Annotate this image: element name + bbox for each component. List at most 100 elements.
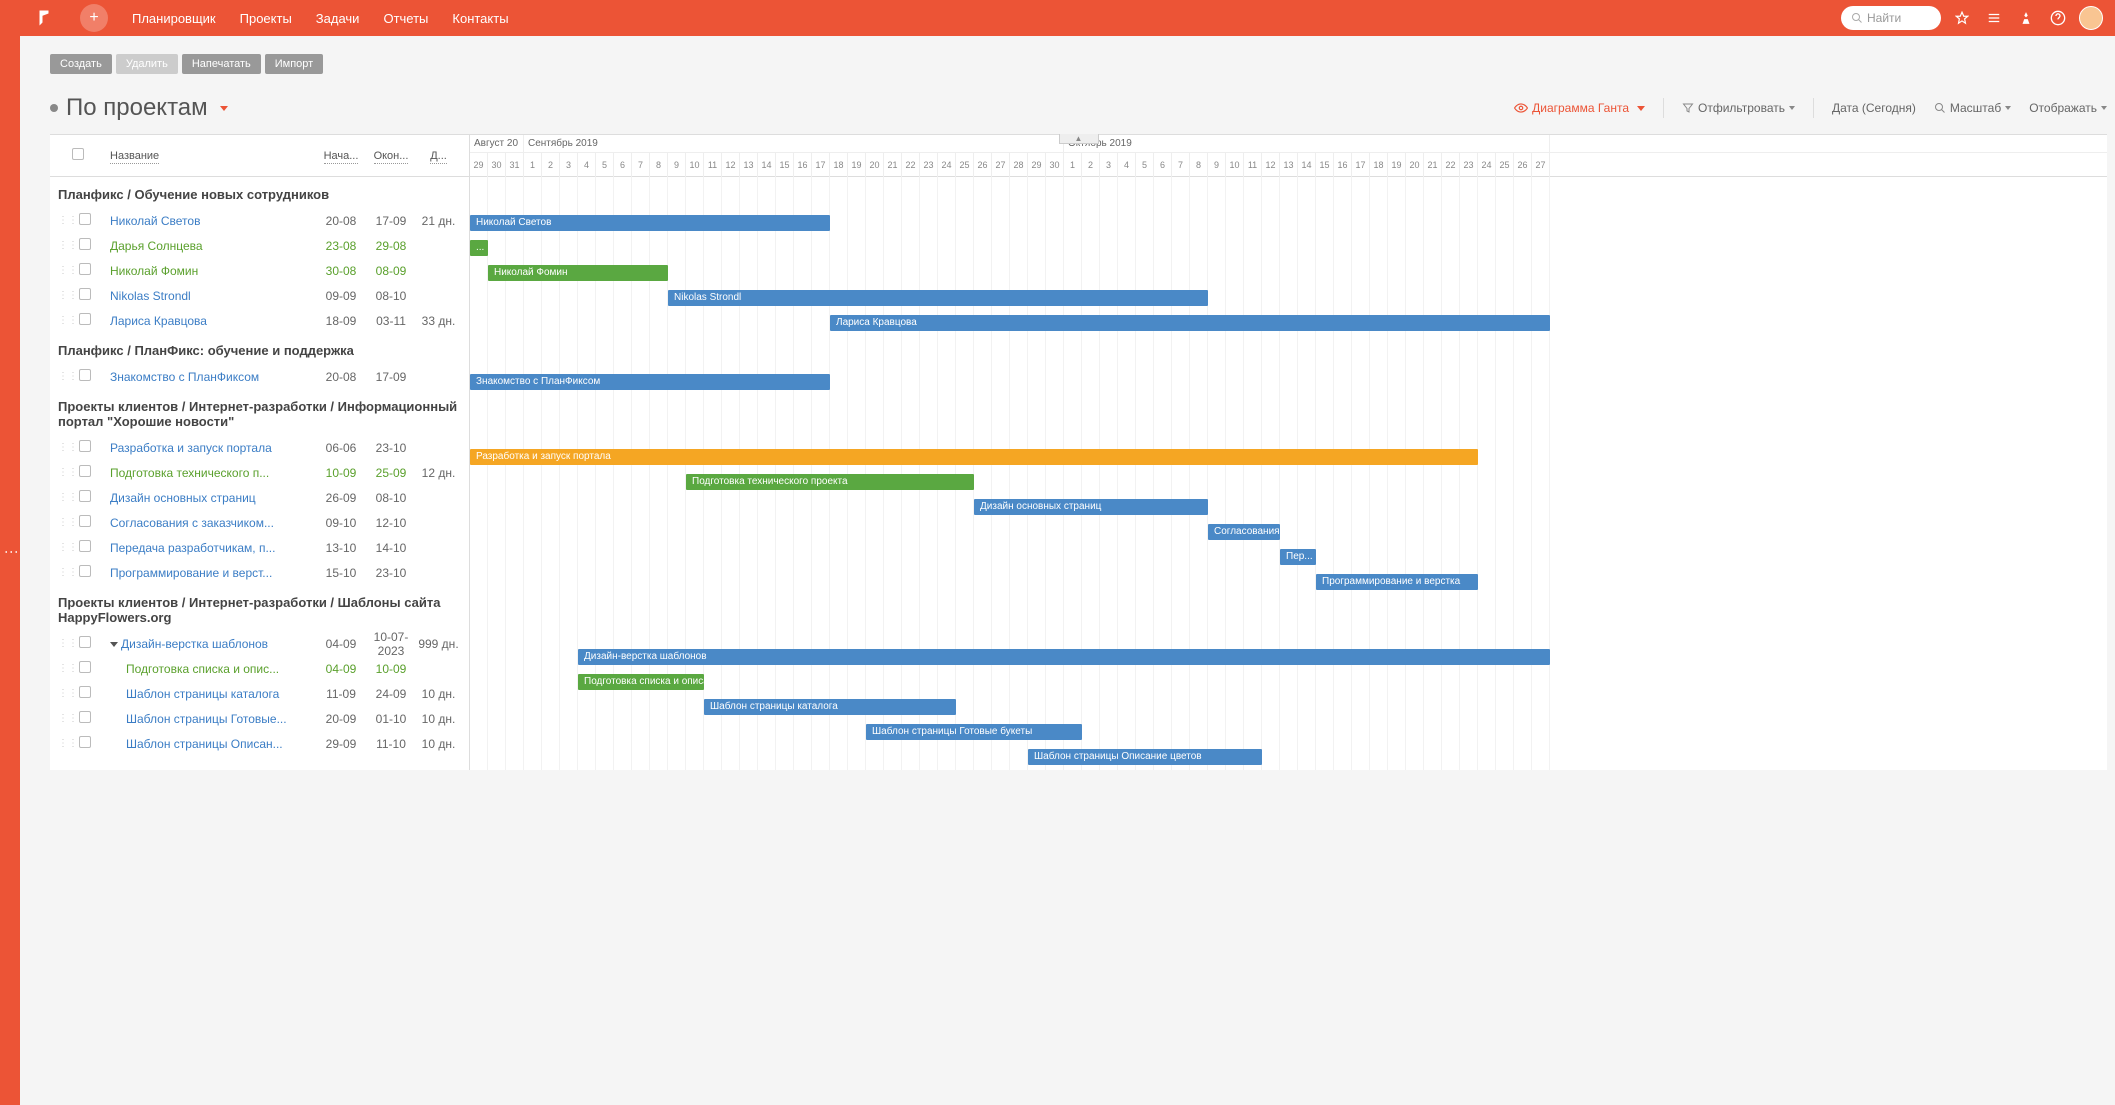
- drag-handle[interactable]: ⋮⋮: [58, 265, 72, 276]
- menu-icon[interactable]: [1983, 7, 2005, 29]
- view-gantt[interactable]: Диаграмма Ганта: [1514, 101, 1645, 115]
- row-checkbox[interactable]: [79, 711, 91, 723]
- gantt-bar[interactable]: Дизайн основных страниц: [974, 499, 1208, 515]
- page-title[interactable]: По проектам: [50, 94, 228, 122]
- row-checkbox[interactable]: [79, 515, 91, 527]
- gantt-bar[interactable]: ...: [470, 240, 488, 256]
- task-name[interactable]: Разработка и запуск портала: [98, 441, 316, 455]
- row-checkbox[interactable]: [79, 263, 91, 275]
- delete-button[interactable]: Удалить: [116, 54, 178, 74]
- task-name[interactable]: Передача разработчикам, п...: [98, 541, 316, 555]
- drag-handle[interactable]: ⋮⋮: [58, 663, 72, 674]
- gantt-bar[interactable]: Знакомство с ПланФиксом: [470, 374, 830, 390]
- gantt-bar[interactable]: Согласования...: [1208, 524, 1280, 540]
- add-button[interactable]: +: [80, 4, 108, 32]
- drag-handle[interactable]: ⋮⋮: [58, 738, 72, 749]
- task-name[interactable]: Подготовка списка и опис...: [98, 662, 316, 676]
- task-name[interactable]: Шаблон страницы Готовые...: [98, 712, 316, 726]
- collapse-handle[interactable]: ▲: [1059, 134, 1099, 144]
- row-checkbox[interactable]: [79, 636, 91, 648]
- row-checkbox[interactable]: [79, 490, 91, 502]
- drag-handle[interactable]: ⋮⋮: [58, 442, 72, 453]
- row-checkbox[interactable]: [79, 440, 91, 452]
- day-cell: 17: [812, 153, 830, 177]
- create-button[interactable]: Создать: [50, 54, 112, 74]
- drag-handle[interactable]: ⋮⋮: [58, 638, 72, 649]
- col-dur[interactable]: Д...: [430, 150, 447, 164]
- gantt-bar[interactable]: Шаблон страницы Готовые букеты: [866, 724, 1082, 740]
- drag-handle[interactable]: ⋮⋮: [58, 240, 72, 251]
- drag-handle[interactable]: ⋮⋮: [58, 290, 72, 301]
- drag-handle[interactable]: ⋮⋮: [58, 542, 72, 553]
- nav-Планировщик[interactable]: Планировщик: [120, 11, 228, 26]
- drag-handle[interactable]: ⋮⋮: [58, 467, 72, 478]
- gantt-bar[interactable]: Программирование и верстка: [1316, 574, 1478, 590]
- row-checkbox[interactable]: [79, 313, 91, 325]
- task-name[interactable]: Николай Фомин: [98, 264, 316, 278]
- nav-Контакты[interactable]: Контакты: [440, 11, 520, 26]
- row-checkbox[interactable]: [79, 540, 91, 552]
- drag-handle[interactable]: ⋮⋮: [58, 688, 72, 699]
- task-name[interactable]: Николай Светов: [98, 214, 316, 228]
- task-name[interactable]: Дизайн основных страниц: [98, 491, 316, 505]
- gantt-bar[interactable]: Nikolas Strondl: [668, 290, 1208, 306]
- nav-Задачи[interactable]: Задачи: [304, 11, 372, 26]
- drag-handle[interactable]: ⋮⋮: [58, 517, 72, 528]
- drag-handle[interactable]: ⋮⋮: [58, 713, 72, 724]
- filter-button[interactable]: Отфильтровать: [1682, 101, 1795, 115]
- gantt-bar[interactable]: Лариса Кравцова: [830, 315, 1550, 331]
- col-end[interactable]: Окон...: [374, 150, 409, 164]
- star-icon[interactable]: [1951, 7, 1973, 29]
- col-name[interactable]: Название: [110, 150, 159, 164]
- drag-handle[interactable]: ⋮⋮: [58, 492, 72, 503]
- gantt-bar[interactable]: Шаблон страницы Описание цветов: [1028, 749, 1262, 765]
- drag-handle[interactable]: ⋮⋮: [58, 567, 72, 578]
- scale-button[interactable]: Масштаб: [1934, 101, 2011, 115]
- task-name[interactable]: Знакомство с ПланФиксом: [98, 370, 316, 384]
- task-name[interactable]: Nikolas Strondl: [98, 289, 316, 303]
- side-expand-dots[interactable]: ⋮: [4, 545, 20, 561]
- logo[interactable]: [20, 0, 68, 36]
- user-avatar[interactable]: [2079, 6, 2103, 30]
- row-checkbox[interactable]: [79, 661, 91, 673]
- row-checkbox[interactable]: [79, 565, 91, 577]
- row-checkbox[interactable]: [79, 465, 91, 477]
- print-button[interactable]: Напечатать: [182, 54, 261, 74]
- task-name[interactable]: Подготовка технического п...: [98, 466, 316, 480]
- rocket-icon[interactable]: [2015, 7, 2037, 29]
- gantt-bar[interactable]: Подготовка технического проекта: [686, 474, 974, 490]
- row-checkbox[interactable]: [79, 686, 91, 698]
- search-input[interactable]: Найти: [1841, 6, 1941, 30]
- row-checkbox[interactable]: [79, 369, 91, 381]
- row-checkbox[interactable]: [79, 736, 91, 748]
- task-name[interactable]: Программирование и верст...: [98, 566, 316, 580]
- select-all-checkbox[interactable]: [72, 148, 84, 160]
- drag-handle[interactable]: ⋮⋮: [58, 215, 72, 226]
- task-name[interactable]: Лариса Кравцова: [98, 314, 316, 328]
- gantt-bar[interactable]: Пер...: [1280, 549, 1316, 565]
- gantt-bar[interactable]: Подготовка списка и описа...: [578, 674, 704, 690]
- task-name[interactable]: Дизайн-верстка шаблонов: [98, 637, 316, 651]
- gantt-bar[interactable]: Разработка и запуск портала: [470, 449, 1478, 465]
- row-checkbox[interactable]: [79, 288, 91, 300]
- task-name[interactable]: Согласования с заказчиком...: [98, 516, 316, 530]
- gantt-bar[interactable]: Николай Светов: [470, 215, 830, 231]
- task-name[interactable]: Дарья Солнцева: [98, 239, 316, 253]
- nav-Проекты[interactable]: Проекты: [228, 11, 304, 26]
- col-start[interactable]: Нача...: [324, 150, 359, 164]
- drag-handle[interactable]: ⋮⋮: [58, 371, 72, 382]
- display-button[interactable]: Отображать: [2029, 101, 2107, 115]
- gantt-bar[interactable]: Николай Фомин: [488, 265, 668, 281]
- task-name[interactable]: Шаблон страницы каталога: [98, 687, 316, 701]
- row-checkbox[interactable]: [79, 213, 91, 225]
- task-name[interactable]: Шаблон страницы Описан...: [98, 737, 316, 751]
- gantt-bar[interactable]: Шаблон страницы каталога: [704, 699, 956, 715]
- expand-toggle[interactable]: [110, 642, 118, 647]
- row-checkbox[interactable]: [79, 238, 91, 250]
- date-button[interactable]: Дата (Сегодня): [1832, 101, 1916, 115]
- drag-handle[interactable]: ⋮⋮: [58, 315, 72, 326]
- nav-Отчеты[interactable]: Отчеты: [371, 11, 440, 26]
- gantt-bar[interactable]: Дизайн-верстка шаблонов: [578, 649, 1550, 665]
- help-icon[interactable]: [2047, 7, 2069, 29]
- import-button[interactable]: Импорт: [265, 54, 323, 74]
